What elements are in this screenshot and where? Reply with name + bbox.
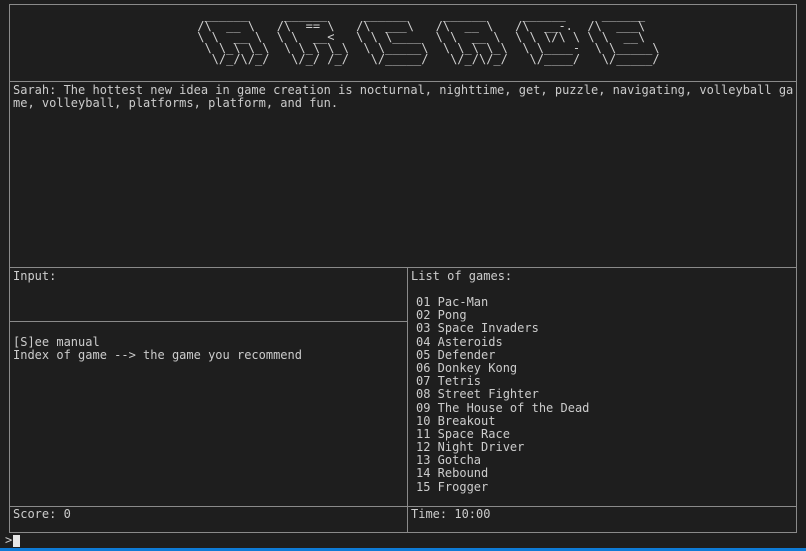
dialog-divider [9,267,797,268]
text-cursor [13,535,20,547]
logo-divider [9,81,797,82]
dialog-separator: : [49,83,64,97]
game-list-item[interactable]: 08 Street Fighter [416,388,589,401]
games-panel-title: List of games: [411,269,513,283]
prompt-symbol: > [5,533,13,547]
game-list-item[interactable]: 03 Space Invaders [416,322,589,335]
game-list: 01 Pac-Man 02 Pong 03 Space Invaders 04 Ast… [416,295,589,494]
game-list-item[interactable]: 09 The House of the Dead [416,401,589,415]
input-field[interactable] [13,290,405,318]
panel-split-divider [407,267,408,533]
instruction-text: Index of game --> the game you recommend [13,348,302,362]
score-display: Score: 0 [13,507,71,521]
game-list-item[interactable]: 05 Defender [416,348,589,362]
arcade-logo-ascii: ______ ______ ______ ______ ______ _____… [197,8,660,66]
game-list-item[interactable]: 10 Breakout [416,414,589,428]
dialog-speaker: Sarah [13,83,50,97]
frame-bottom-border [9,532,797,533]
frame-left-border [9,4,10,533]
dialog-line: Sarah: The hottest new idea in game crea… [13,84,797,110]
input-panel-title: Input: [13,269,57,283]
game-list-item[interactable]: 15 Frogger [416,480,589,494]
input-box-underline [9,321,407,322]
timer-display: Time: 10:00 [411,507,491,521]
game-list-item[interactable]: 04 Asteroids [416,335,589,349]
dialog-message: The hottest new idea in game creation is… [13,83,794,110]
arcade-logo: ______ ______ ______ ______ ______ _____… [190,8,664,74]
frame-top-border [9,4,797,5]
command-prompt[interactable]: > [0,534,806,548]
game-list-item[interactable]: 14 Rebound [416,467,589,480]
